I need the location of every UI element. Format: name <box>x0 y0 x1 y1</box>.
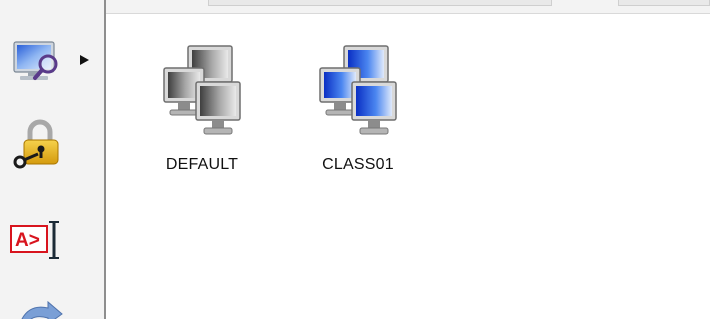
arrow-button[interactable] <box>8 296 68 319</box>
text-cursor-icon: A> <box>10 221 59 259</box>
monitor-search-icon <box>13 41 58 80</box>
lock-key-icon <box>13 119 59 169</box>
triangle-right-icon[interactable] <box>78 54 90 66</box>
top-header-strip <box>106 0 710 14</box>
svg-text:A>: A> <box>15 230 40 251</box>
header-segment <box>208 0 552 6</box>
group-label: DEFAULT <box>165 156 239 173</box>
group-label: CLASS01 <box>322 156 394 173</box>
app-window: A> DEFAULT CLASS01 <box>0 0 710 319</box>
group-item-class01[interactable]: CLASS01 <box>298 44 418 174</box>
group-item-default[interactable]: DEFAULT <box>142 44 262 174</box>
arrow-icon <box>21 300 63 319</box>
group-view: DEFAULT CLASS01 <box>106 14 710 319</box>
computer-group-icon <box>163 45 241 135</box>
monitor-search-button[interactable] <box>8 34 68 90</box>
lock-key-button[interactable] <box>8 118 68 174</box>
text-cursor-button[interactable]: A> <box>8 212 68 268</box>
header-segment <box>618 0 710 6</box>
left-toolbar: A> <box>0 0 106 319</box>
computer-group-icon <box>319 45 397 135</box>
